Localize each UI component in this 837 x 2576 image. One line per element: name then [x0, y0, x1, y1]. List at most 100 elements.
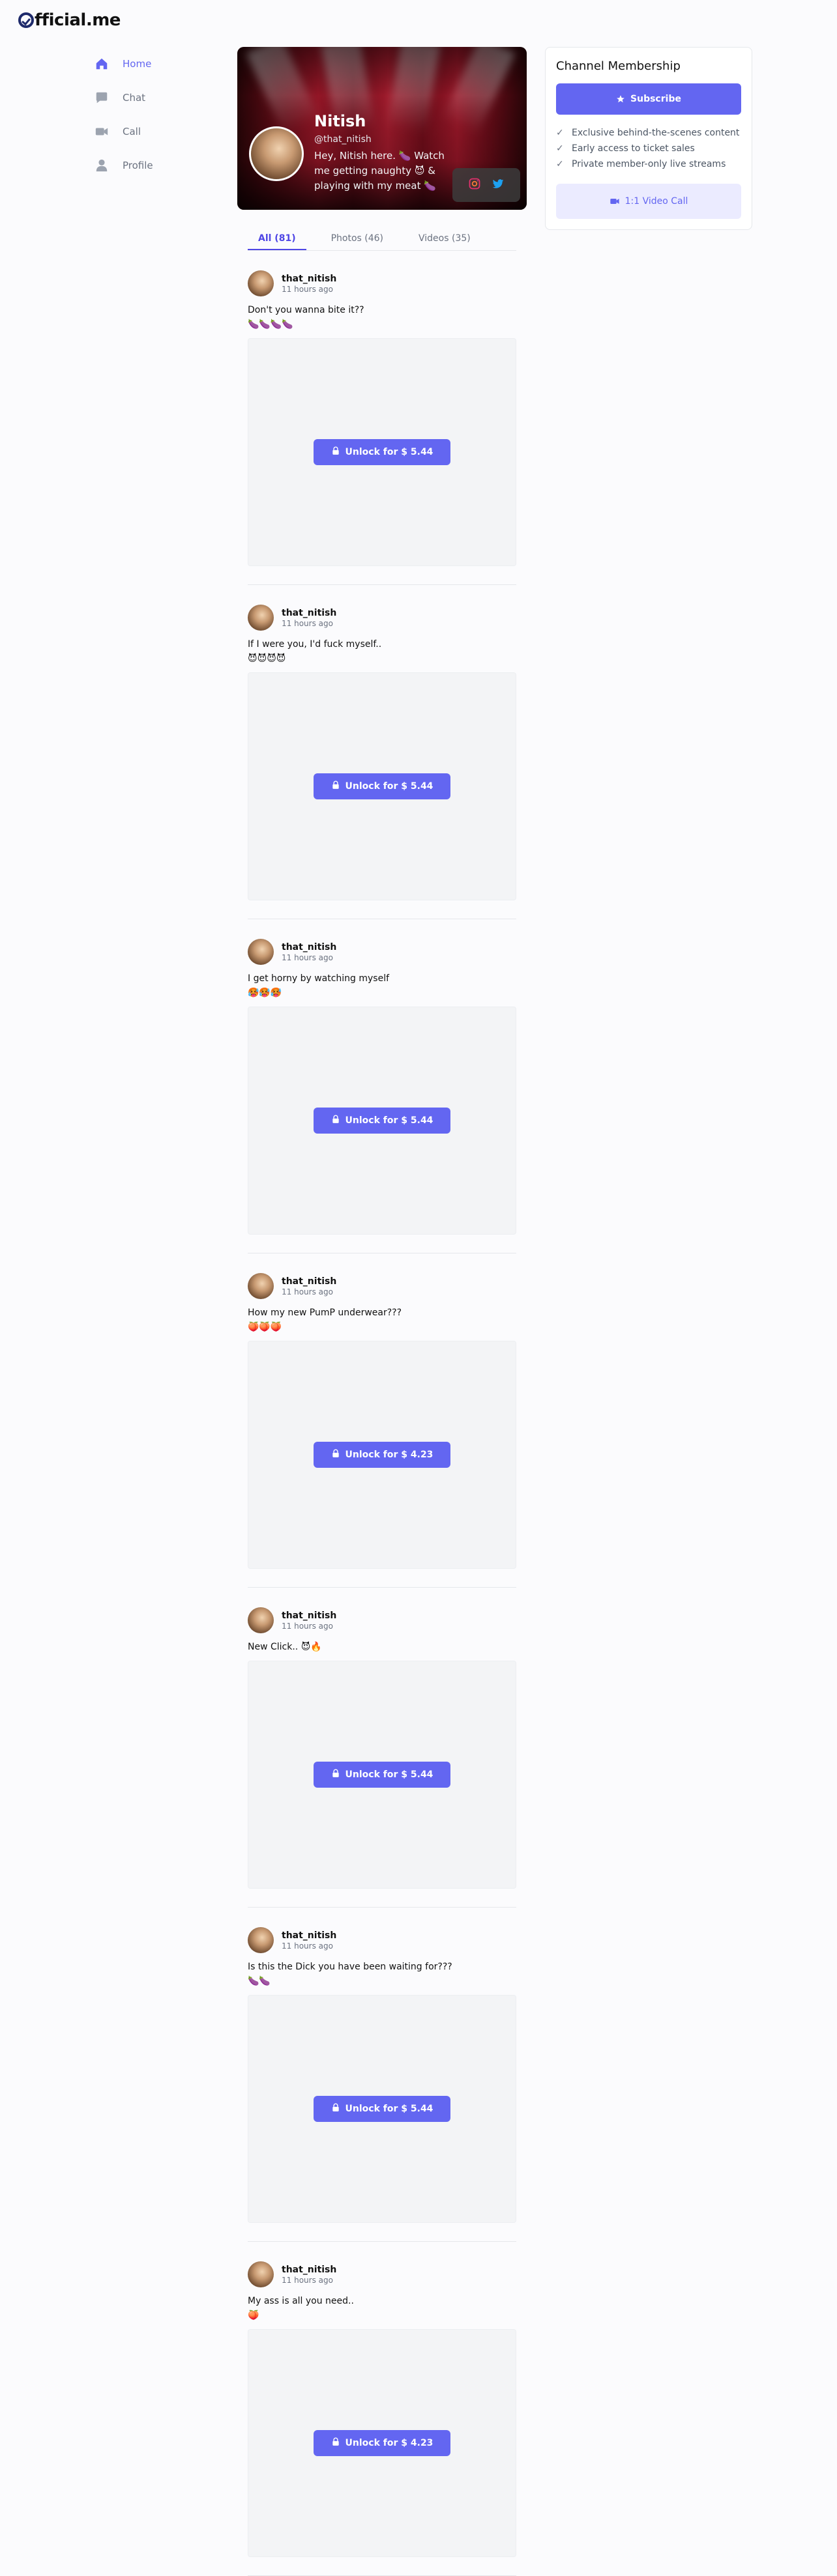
post-time: 11 hours ago: [282, 2275, 333, 2285]
top-bar: fficial.me: [0, 0, 837, 42]
post-text: Don't you wanna bite it?? 🍆🍆🍆🍆: [248, 305, 364, 330]
unlock-label: Unlock for $ 5.44: [345, 447, 433, 457]
tab-videos[interactable]: Videos (35): [408, 233, 481, 250]
lock-icon: [331, 1769, 345, 1781]
perk-item: ✓ Exclusive behind-the-scenes content: [556, 128, 740, 138]
post-card: that_nitish 11 hours ago New Click.. 😈🔥 Unl…: [248, 1588, 516, 1908]
unlock-button[interactable]: Unlock for $ 5.44: [314, 1108, 450, 1134]
post-header: that_nitish 11 hours ago: [248, 939, 516, 965]
avatar[interactable]: [248, 1273, 274, 1299]
tab-photos[interactable]: Photos (46): [321, 233, 394, 250]
avatar[interactable]: [248, 2261, 274, 2287]
nav-label: Profile: [123, 160, 153, 171]
nav-item-call[interactable]: Call: [94, 115, 224, 149]
video-call-button[interactable]: 1:1 Video Call: [556, 184, 741, 219]
nav-label: Call: [123, 126, 141, 137]
post-card: that_nitish 11 hours ago If I were you, I'…: [248, 585, 516, 919]
lock-icon: [331, 1449, 345, 1461]
locked-media: Unlock for $ 5.44: [248, 1995, 516, 2223]
check-icon: ✓: [556, 159, 564, 169]
post-username[interactable]: that_nitish: [282, 608, 336, 618]
locked-media: Unlock for $ 5.44: [248, 1661, 516, 1889]
unlock-button[interactable]: Unlock for $ 5.44: [314, 1762, 450, 1788]
locked-media: Unlock for $ 5.44: [248, 1007, 516, 1235]
tab-all[interactable]: All (81): [248, 233, 306, 250]
post-text: New Click.. 😈🔥: [248, 1642, 322, 1652]
subscribe-button[interactable]: Subscribe: [556, 83, 741, 115]
avatar[interactable]: [248, 1607, 274, 1633]
main-feed: Nitish @that_nitish Hey, Nitish here. 🍆 …: [237, 47, 527, 2576]
video-icon: [609, 199, 619, 204]
post-username[interactable]: that_nitish: [282, 2265, 336, 2275]
nav-label: Home: [123, 58, 152, 70]
post-username[interactable]: that_nitish: [282, 274, 336, 284]
nav-item-chat[interactable]: Chat: [94, 81, 224, 115]
post-username[interactable]: that_nitish: [282, 942, 336, 952]
profile-bio: Hey, Nitish here. 🍆 Watch me getting nau…: [314, 150, 445, 192]
post-card: that_nitish 11 hours ago Is this the Dick …: [248, 1908, 516, 2242]
logo[interactable]: fficial.me: [18, 10, 121, 30]
post-header: that_nitish 11 hours ago: [248, 270, 516, 296]
user-icon: [94, 158, 110, 173]
perk-item: ✓ Private member-only live streams: [556, 159, 726, 169]
post-username[interactable]: that_nitish: [282, 1610, 336, 1621]
nav-item-profile[interactable]: Profile: [94, 149, 224, 182]
lock-icon: [331, 780, 345, 792]
video-icon: [94, 124, 110, 139]
post-time: 11 hours ago: [282, 618, 333, 628]
post-header: that_nitish 11 hours ago: [248, 1607, 516, 1633]
avatar[interactable]: [248, 939, 274, 965]
unlock-label: Unlock for $ 5.44: [345, 781, 433, 792]
unlock-button[interactable]: Unlock for $ 5.44: [314, 439, 450, 465]
locked-media: Unlock for $ 4.23: [248, 2329, 516, 2557]
social-links: [452, 168, 520, 202]
logo-check-icon: [18, 12, 34, 28]
avatar[interactable]: [248, 605, 274, 631]
lock-icon: [331, 1115, 345, 1126]
perk-item: ✓ Early access to ticket sales: [556, 143, 695, 154]
twitter-icon[interactable]: [492, 177, 505, 193]
unlock-button[interactable]: Unlock for $ 5.44: [314, 2096, 450, 2122]
post-time: 11 hours ago: [282, 952, 333, 962]
post-card: that_nitish 11 hours ago My ass is all you…: [248, 2242, 516, 2576]
post-card: that_nitish 11 hours ago I get horny by wa…: [248, 919, 516, 1253]
lock-icon: [331, 2103, 345, 2115]
post-username[interactable]: that_nitish: [282, 1930, 336, 1941]
unlock-label: Unlock for $ 5.44: [345, 2104, 433, 2114]
membership-title: Channel Membership: [556, 59, 681, 73]
post-card: that_nitish 11 hours ago How my new PumP u…: [248, 1253, 516, 1588]
unlock-label: Unlock for $ 5.44: [345, 1769, 433, 1780]
post-card: that_nitish 11 hours ago Don't you wanna b…: [248, 251, 516, 585]
nav-item-home[interactable]: Home: [94, 47, 224, 81]
profile-handle: @that_nitish: [314, 134, 372, 145]
post-text: How my new PumP underwear??? 🍑🍑🍑: [248, 1308, 402, 1332]
lock-icon: [331, 446, 345, 458]
lock-icon: [331, 2437, 345, 2449]
unlock-button[interactable]: Unlock for $ 5.44: [314, 773, 450, 799]
post-text: I get horny by watching myself 🥵🥵🥵: [248, 973, 390, 998]
star-icon: [617, 95, 624, 103]
unlock-label: Unlock for $ 4.23: [345, 2438, 433, 2448]
post-time: 11 hours ago: [282, 284, 333, 294]
unlock-label: Unlock for $ 4.23: [345, 1450, 433, 1460]
avatar[interactable]: [248, 270, 274, 296]
post-username[interactable]: that_nitish: [282, 1276, 336, 1287]
post-header: that_nitish 11 hours ago: [248, 1273, 516, 1299]
post-header: that_nitish 11 hours ago: [248, 1927, 516, 1953]
profile-banner: Nitish @that_nitish Hey, Nitish here. 🍆 …: [237, 47, 527, 210]
profile-avatar[interactable]: [249, 126, 304, 181]
instagram-icon[interactable]: [468, 177, 481, 193]
perk-list: ✓ Exclusive behind-the-scenes content ✓ Ea…: [556, 125, 741, 172]
chat-icon: [94, 90, 110, 106]
post-time: 11 hours ago: [282, 1287, 333, 1296]
profile-name: Nitish: [314, 112, 366, 130]
post-text: Is this the Dick you have been waiting f…: [248, 1962, 452, 1986]
check-icon: ✓: [556, 128, 564, 138]
content-tabs: All (81) Photos (46) Videos (35): [248, 233, 516, 251]
nav-label: Chat: [123, 92, 146, 104]
avatar[interactable]: [248, 1927, 274, 1953]
unlock-button[interactable]: Unlock for $ 4.23: [314, 2430, 450, 2456]
sidebar-nav: Home Chat Call Profile: [94, 47, 224, 182]
locked-media: Unlock for $ 5.44: [248, 672, 516, 900]
unlock-button[interactable]: Unlock for $ 4.23: [314, 1442, 450, 1468]
